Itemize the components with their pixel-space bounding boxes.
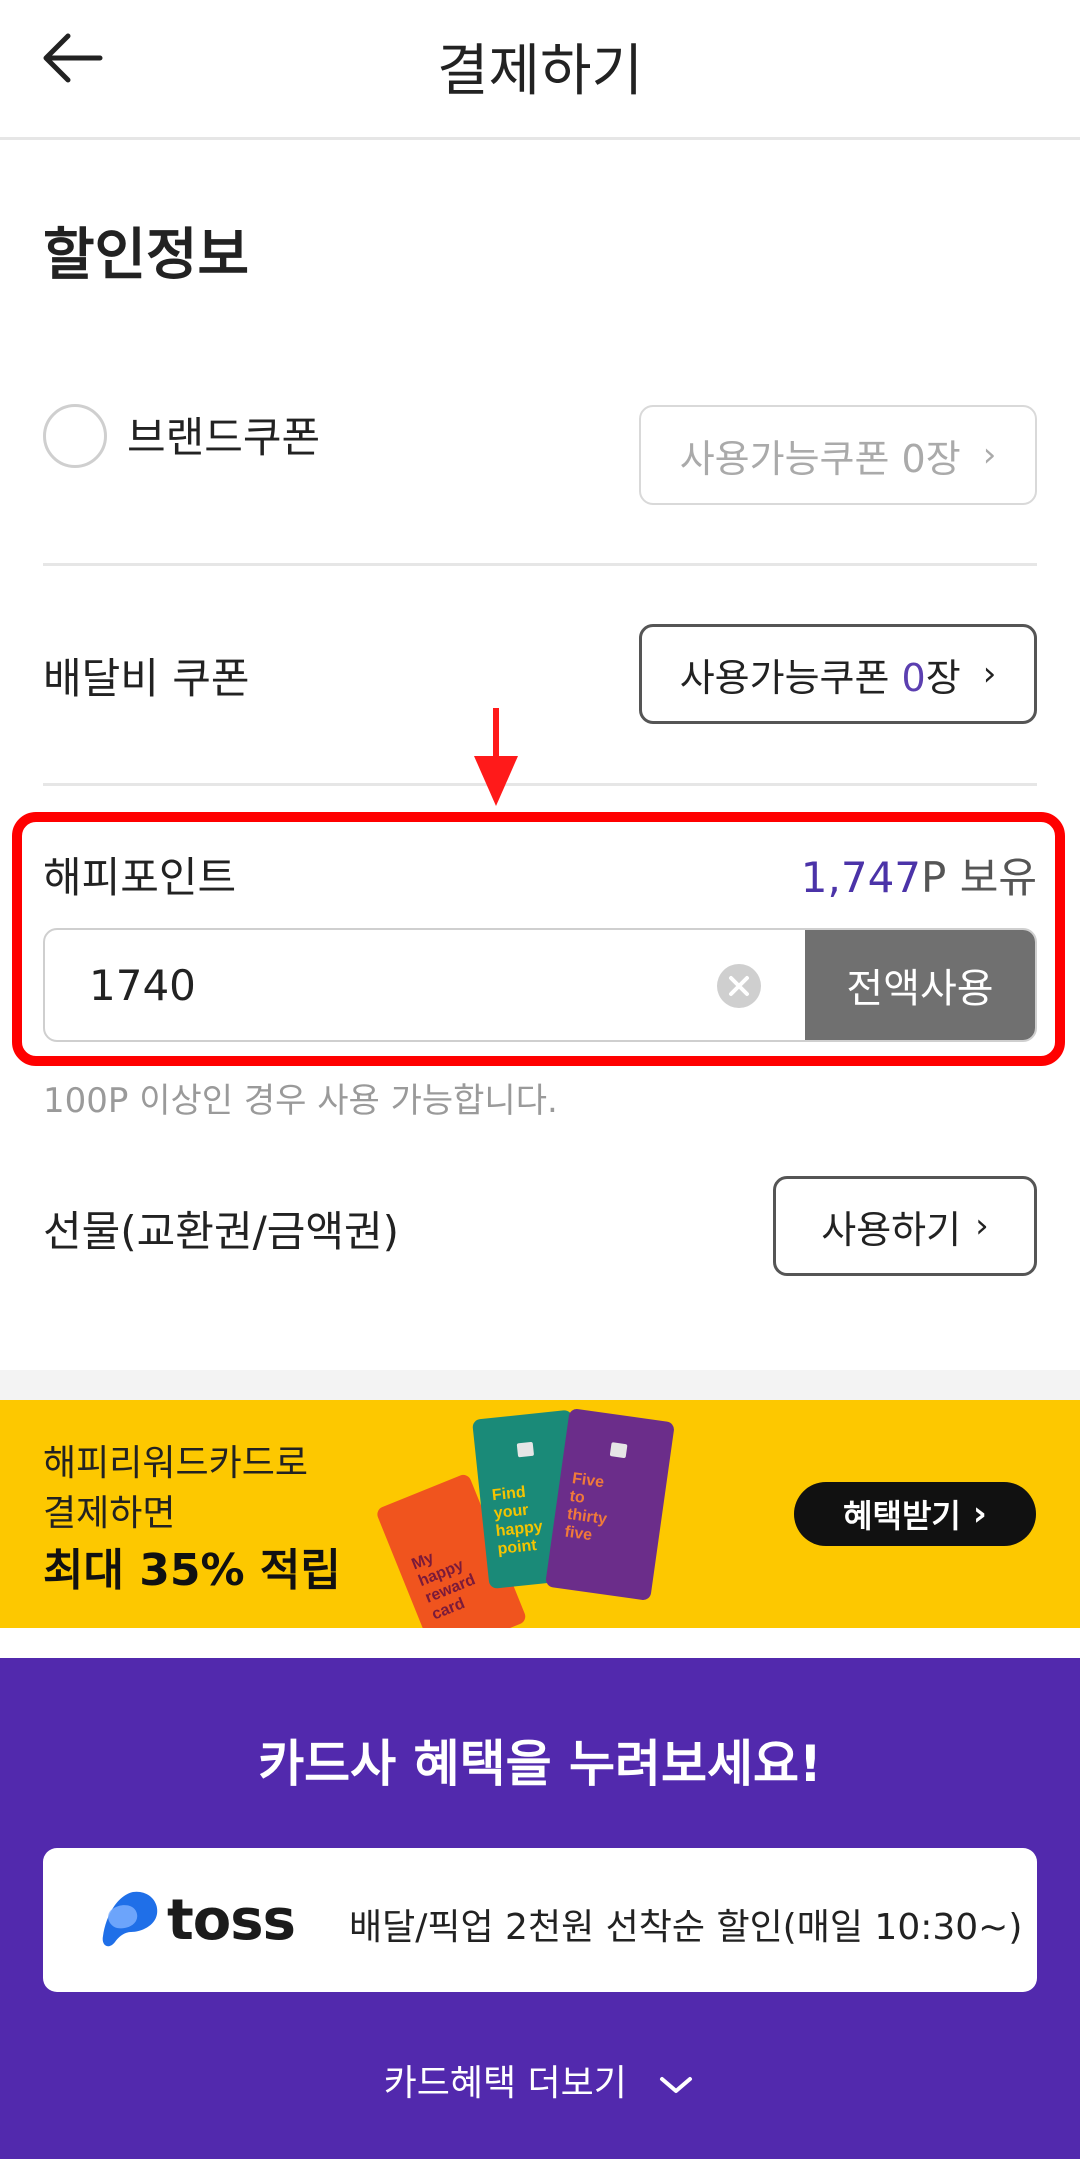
delivery-coupon-label: 배달비 쿠폰: [43, 654, 250, 703]
toss-benefit-card[interactable]: toss 배달/픽업 2천원 선착순 할인(매일 10:30~): [43, 1848, 1037, 1992]
divider: [43, 783, 1037, 786]
annotation-arrow-down-icon: [474, 708, 518, 806]
card-benefits-title: 카드사 혜택을 누려보세요!: [258, 1735, 822, 1793]
more-card-benefits-label: 카드혜택 더보기: [383, 2063, 627, 2104]
brand-coupon-button[interactable]: 사용가능쿠폰 0장 ›: [639, 405, 1037, 505]
gift-label: 선물(교환권/금액권): [43, 1207, 400, 1256]
more-card-benefits-link[interactable]: 카드혜택 더보기: [0, 2054, 1080, 2106]
section-title-discount: 할인정보: [43, 223, 250, 288]
app-header: 결제하기: [0, 0, 1080, 140]
chevron-right-icon: ›: [972, 1494, 987, 1534]
brand-coupon-radio[interactable]: [43, 404, 107, 468]
delivery-coupon-button[interactable]: 사용가능쿠폰 0장 ›: [639, 624, 1037, 724]
banner-text-line1: 해피리워드카드로: [43, 1443, 308, 1484]
banner-text-line2: 결제하면: [43, 1493, 176, 1534]
happy-point-hint: 100P 이상인 경우 사용 가능합니다.: [43, 1081, 558, 1121]
chevron-right-icon: ›: [982, 435, 997, 475]
happy-point-input[interactable]: [45, 930, 809, 1040]
svg-text:Find: Find: [491, 1484, 526, 1504]
toss-logo-icon: [102, 1891, 158, 1947]
gift-use-button[interactable]: 사용하기 ›: [773, 1176, 1037, 1276]
card-benefits-section: 카드사 혜택을 누려보세요! toss 배달/픽업 2천원 선착순 할인(매일 …: [0, 1658, 1080, 2159]
gift-use-button-text: 사용하기: [821, 1207, 962, 1252]
chevron-right-icon: ›: [982, 654, 997, 694]
reward-card-banner[interactable]: 해피리워드카드로 결제하면 최대 35% 적립 My happy reward …: [0, 1400, 1080, 1628]
toss-benefit-description: 배달/픽업 2천원 선착순 할인(매일 10:30~): [349, 1907, 1023, 1948]
chevron-right-icon: ›: [975, 1206, 989, 1246]
banner-text-headline: 최대 35% 적립: [43, 1545, 341, 1596]
get-benefit-button-text: 혜택받기: [843, 1497, 961, 1535]
divider: [43, 563, 1037, 566]
brand-coupon-button-text: 사용가능쿠폰 0장: [679, 436, 961, 481]
chevron-down-icon: [660, 2077, 693, 2093]
reward-cards-image: My happy reward card Find your happy poi…: [377, 1409, 674, 1628]
brand-coupon-label: 브랜드쿠폰: [127, 413, 321, 462]
svg-text:to: to: [569, 1488, 587, 1507]
page-title: 결제하기: [436, 39, 644, 104]
section-gap: [0, 1370, 1080, 1400]
get-benefit-button[interactable]: 혜택받기 ›: [794, 1482, 1036, 1546]
happy-point-label: 해피포인트: [43, 853, 237, 902]
happy-point-input-group: 전액사용: [43, 928, 1037, 1042]
svg-text:your: your: [493, 1502, 529, 1523]
happy-point-owned: 1,747P 보유: [800, 853, 1037, 902]
clear-input-icon[interactable]: [717, 964, 761, 1008]
use-all-points-button[interactable]: 전액사용: [805, 930, 1035, 1040]
delivery-coupon-button-text: 사용가능쿠폰 0장: [679, 655, 961, 700]
toss-brand-text: toss: [167, 1888, 296, 1953]
